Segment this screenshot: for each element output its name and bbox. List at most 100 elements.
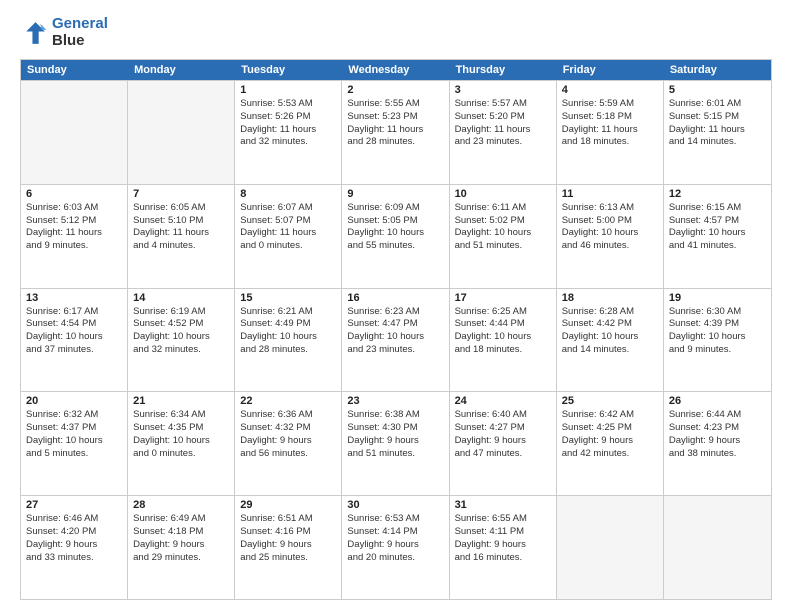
daylight-cont: and 0 minutes. xyxy=(133,448,229,461)
logo-text: General Blue xyxy=(52,16,108,49)
sunrise: Sunrise: 6:03 AM xyxy=(26,202,122,215)
daylight: Daylight: 11 hours xyxy=(347,124,443,137)
day-number: 28 xyxy=(133,499,229,511)
sunrise: Sunrise: 6:44 AM xyxy=(669,409,766,422)
day-number: 21 xyxy=(133,395,229,407)
sunset: Sunset: 4:44 PM xyxy=(455,318,551,331)
sunrise: Sunrise: 5:57 AM xyxy=(455,98,551,111)
sunrise: Sunrise: 6:36 AM xyxy=(240,409,336,422)
daylight-cont: and 5 minutes. xyxy=(26,448,122,461)
daylight-cont: and 51 minutes. xyxy=(347,448,443,461)
sunset: Sunset: 5:12 PM xyxy=(26,215,122,228)
sunrise: Sunrise: 5:53 AM xyxy=(240,98,336,111)
daylight: Daylight: 11 hours xyxy=(133,227,229,240)
calendar-header: SundayMondayTuesdayWednesdayThursdayFrid… xyxy=(21,60,771,80)
page: General Blue SundayMondayTuesdayWednesda… xyxy=(0,0,792,612)
daylight-cont: and 9 minutes. xyxy=(26,240,122,253)
daylight: Daylight: 10 hours xyxy=(562,227,658,240)
calendar-cell-4-2: 29Sunrise: 6:51 AMSunset: 4:16 PMDayligh… xyxy=(235,496,342,599)
sunrise: Sunrise: 6:11 AM xyxy=(455,202,551,215)
day-number: 11 xyxy=(562,188,658,200)
calendar-cell-0-3: 2Sunrise: 5:55 AMSunset: 5:23 PMDaylight… xyxy=(342,81,449,184)
day-number: 14 xyxy=(133,292,229,304)
calendar-cell-2-2: 15Sunrise: 6:21 AMSunset: 4:49 PMDayligh… xyxy=(235,289,342,392)
header-day-saturday: Saturday xyxy=(664,60,771,80)
daylight-cont: and 14 minutes. xyxy=(669,136,766,149)
calendar-cell-0-1 xyxy=(128,81,235,184)
calendar-cell-2-0: 13Sunrise: 6:17 AMSunset: 4:54 PMDayligh… xyxy=(21,289,128,392)
sunset: Sunset: 4:57 PM xyxy=(669,215,766,228)
sunrise: Sunrise: 6:09 AM xyxy=(347,202,443,215)
sunrise: Sunrise: 6:05 AM xyxy=(133,202,229,215)
sunrise: Sunrise: 6:32 AM xyxy=(26,409,122,422)
daylight-cont: and 55 minutes. xyxy=(347,240,443,253)
calendar-cell-0-6: 5Sunrise: 6:01 AMSunset: 5:15 PMDaylight… xyxy=(664,81,771,184)
calendar-cell-3-2: 22Sunrise: 6:36 AMSunset: 4:32 PMDayligh… xyxy=(235,392,342,495)
day-number: 6 xyxy=(26,188,122,200)
daylight: Daylight: 9 hours xyxy=(347,539,443,552)
day-number: 2 xyxy=(347,84,443,96)
daylight: Daylight: 9 hours xyxy=(455,539,551,552)
sunset: Sunset: 4:54 PM xyxy=(26,318,122,331)
daylight: Daylight: 11 hours xyxy=(669,124,766,137)
daylight: Daylight: 9 hours xyxy=(347,435,443,448)
day-number: 10 xyxy=(455,188,551,200)
calendar-cell-4-3: 30Sunrise: 6:53 AMSunset: 4:14 PMDayligh… xyxy=(342,496,449,599)
header-day-friday: Friday xyxy=(557,60,664,80)
calendar-cell-2-3: 16Sunrise: 6:23 AMSunset: 4:47 PMDayligh… xyxy=(342,289,449,392)
sunset: Sunset: 4:25 PM xyxy=(562,422,658,435)
sunset: Sunset: 5:15 PM xyxy=(669,111,766,124)
sunset: Sunset: 5:02 PM xyxy=(455,215,551,228)
daylight-cont: and 46 minutes. xyxy=(562,240,658,253)
sunrise: Sunrise: 6:40 AM xyxy=(455,409,551,422)
day-number: 19 xyxy=(669,292,766,304)
day-number: 4 xyxy=(562,84,658,96)
day-number: 31 xyxy=(455,499,551,511)
daylight: Daylight: 9 hours xyxy=(455,435,551,448)
calendar-cell-0-4: 3Sunrise: 5:57 AMSunset: 5:20 PMDaylight… xyxy=(450,81,557,184)
calendar-cell-2-4: 17Sunrise: 6:25 AMSunset: 4:44 PMDayligh… xyxy=(450,289,557,392)
daylight: Daylight: 10 hours xyxy=(455,331,551,344)
daylight: Daylight: 11 hours xyxy=(455,124,551,137)
daylight-cont: and 25 minutes. xyxy=(240,552,336,565)
sunrise: Sunrise: 6:55 AM xyxy=(455,513,551,526)
daylight-cont: and 56 minutes. xyxy=(240,448,336,461)
day-number: 29 xyxy=(240,499,336,511)
calendar-cell-2-6: 19Sunrise: 6:30 AMSunset: 4:39 PMDayligh… xyxy=(664,289,771,392)
calendar-cell-4-1: 28Sunrise: 6:49 AMSunset: 4:18 PMDayligh… xyxy=(128,496,235,599)
calendar-cell-2-5: 18Sunrise: 6:28 AMSunset: 4:42 PMDayligh… xyxy=(557,289,664,392)
calendar-cell-3-0: 20Sunrise: 6:32 AMSunset: 4:37 PMDayligh… xyxy=(21,392,128,495)
calendar-row-3: 20Sunrise: 6:32 AMSunset: 4:37 PMDayligh… xyxy=(21,391,771,495)
daylight: Daylight: 10 hours xyxy=(562,331,658,344)
logo-line1: General xyxy=(52,16,108,33)
day-number: 26 xyxy=(669,395,766,407)
calendar-cell-4-6 xyxy=(664,496,771,599)
calendar-cell-4-0: 27Sunrise: 6:46 AMSunset: 4:20 PMDayligh… xyxy=(21,496,128,599)
calendar-cell-3-4: 24Sunrise: 6:40 AMSunset: 4:27 PMDayligh… xyxy=(450,392,557,495)
sunset: Sunset: 5:00 PM xyxy=(562,215,658,228)
daylight-cont: and 23 minutes. xyxy=(455,136,551,149)
header-day-sunday: Sunday xyxy=(21,60,128,80)
calendar-cell-3-6: 26Sunrise: 6:44 AMSunset: 4:23 PMDayligh… xyxy=(664,392,771,495)
sunrise: Sunrise: 6:23 AM xyxy=(347,306,443,319)
sunset: Sunset: 4:47 PM xyxy=(347,318,443,331)
day-number: 27 xyxy=(26,499,122,511)
sunset: Sunset: 5:07 PM xyxy=(240,215,336,228)
daylight-cont: and 4 minutes. xyxy=(133,240,229,253)
calendar: SundayMondayTuesdayWednesdayThursdayFrid… xyxy=(20,59,772,600)
calendar-cell-3-3: 23Sunrise: 6:38 AMSunset: 4:30 PMDayligh… xyxy=(342,392,449,495)
daylight-cont: and 29 minutes. xyxy=(133,552,229,565)
daylight-cont: and 14 minutes. xyxy=(562,344,658,357)
sunset: Sunset: 5:05 PM xyxy=(347,215,443,228)
sunrise: Sunrise: 6:19 AM xyxy=(133,306,229,319)
sunrise: Sunrise: 6:53 AM xyxy=(347,513,443,526)
calendar-cell-3-5: 25Sunrise: 6:42 AMSunset: 4:25 PMDayligh… xyxy=(557,392,664,495)
sunrise: Sunrise: 6:21 AM xyxy=(240,306,336,319)
sunset: Sunset: 4:18 PM xyxy=(133,526,229,539)
sunset: Sunset: 4:30 PM xyxy=(347,422,443,435)
sunrise: Sunrise: 6:34 AM xyxy=(133,409,229,422)
day-number: 25 xyxy=(562,395,658,407)
sunset: Sunset: 4:14 PM xyxy=(347,526,443,539)
calendar-body: 1Sunrise: 5:53 AMSunset: 5:26 PMDaylight… xyxy=(21,80,771,599)
calendar-cell-2-1: 14Sunrise: 6:19 AMSunset: 4:52 PMDayligh… xyxy=(128,289,235,392)
